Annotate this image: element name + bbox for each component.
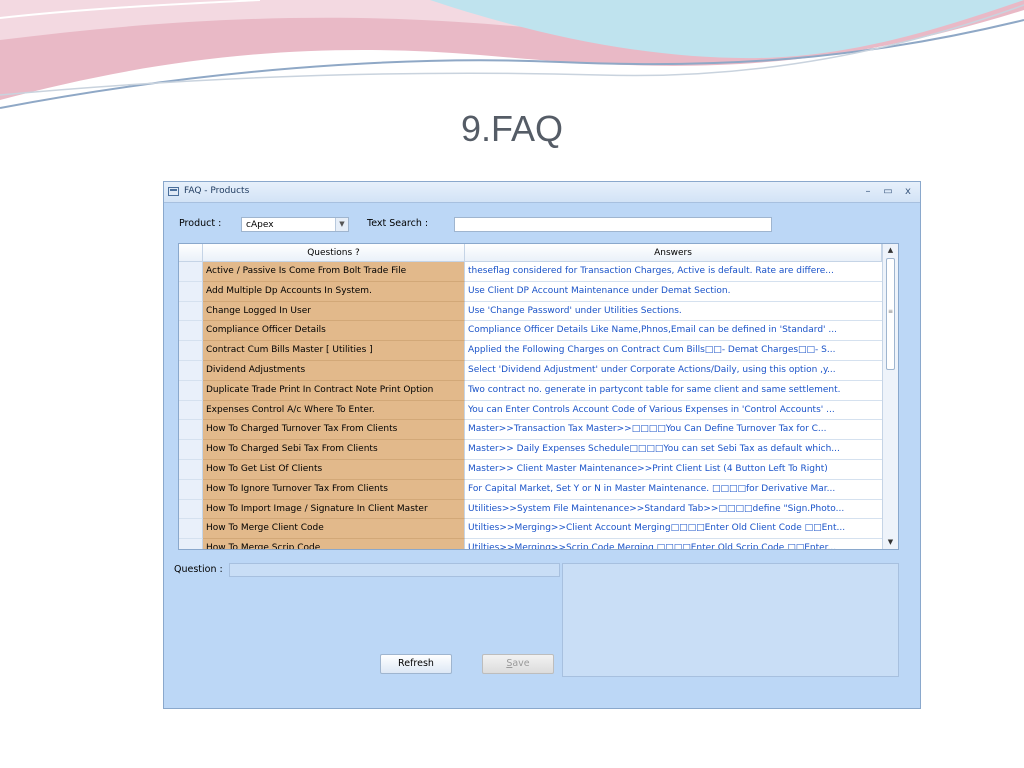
refresh-button[interactable]: Refresh bbox=[380, 654, 452, 674]
save-label-rest: ave bbox=[512, 658, 530, 669]
question-cell[interactable]: Change Logged In User bbox=[203, 301, 465, 322]
faq-products-window: FAQ - Products – ▭ x Product : cApex ▼ T… bbox=[163, 181, 921, 709]
row-selector[interactable] bbox=[179, 460, 203, 480]
slide-title: 9.FAQ bbox=[460, 108, 564, 149]
grip-icon: ≡ bbox=[888, 308, 894, 315]
table-row[interactable]: How To Ignore Turnover Tax From Clients F… bbox=[179, 479, 882, 500]
table-row[interactable]: Change Logged In User Use 'Change Passwor… bbox=[179, 301, 882, 322]
question-cell[interactable]: How To Charged Turnover Tax From Clients bbox=[203, 420, 465, 441]
row-selector[interactable] bbox=[179, 281, 203, 302]
table-row[interactable]: How To Import Image / Signature In Clien… bbox=[179, 499, 882, 520]
product-dropdown-value: cApex bbox=[246, 220, 274, 230]
answer-cell[interactable]: Utilties>>Merging>>Scrip Code Merging □□… bbox=[465, 539, 882, 549]
row-selector[interactable] bbox=[179, 262, 203, 282]
column-header-answers[interactable]: Answers bbox=[465, 244, 882, 262]
table-row[interactable]: How To Merge Client Code Utilties>>Mergin… bbox=[179, 519, 882, 540]
question-cell[interactable]: Expenses Control A/c Where To Enter. bbox=[203, 400, 465, 421]
answer-cell[interactable]: Compliance Officer Details Like Name,Phn… bbox=[465, 321, 882, 342]
text-search-label: Text Search : bbox=[367, 218, 429, 229]
save-button[interactable]: Save bbox=[482, 654, 554, 674]
answer-cell[interactable]: theseflag considered for Transaction Cha… bbox=[465, 262, 882, 282]
window-titlebar[interactable]: FAQ - Products – ▭ x bbox=[164, 182, 920, 203]
answer-cell[interactable]: Master>>Transaction Tax Master>>□□□□You … bbox=[465, 420, 882, 441]
app-window-icon bbox=[168, 187, 179, 196]
maximize-button[interactable]: ▭ bbox=[880, 184, 896, 199]
question-cell[interactable]: Add Multiple Dp Accounts In System. bbox=[203, 281, 465, 302]
row-selector[interactable] bbox=[179, 420, 203, 441]
table-row[interactable]: How To Get List Of Clients Master>> Clien… bbox=[179, 460, 882, 480]
row-selector[interactable] bbox=[179, 519, 203, 540]
row-selector[interactable] bbox=[179, 499, 203, 520]
row-selector[interactable] bbox=[179, 539, 203, 549]
answer-cell[interactable]: Utilties>>Merging>>Client Account Mergin… bbox=[465, 519, 882, 540]
answer-cell[interactable]: For Capital Market, Set Y or N in Master… bbox=[465, 479, 882, 500]
row-selector[interactable] bbox=[179, 301, 203, 322]
table-row[interactable]: Dividend Adjustments Select 'Dividend Adj… bbox=[179, 361, 882, 381]
question-cell[interactable]: How To Charged Sebi Tax From Clients bbox=[203, 440, 465, 460]
answer-cell[interactable]: Applied the Following Charges on Contrac… bbox=[465, 341, 882, 361]
question-cell[interactable]: How To Merge Scrip Code bbox=[203, 539, 465, 549]
row-selector[interactable] bbox=[179, 400, 203, 421]
answer-field[interactable] bbox=[562, 563, 899, 677]
product-dropdown[interactable]: cApex ▼ bbox=[241, 217, 349, 232]
question-cell[interactable]: Contract Cum Bills Master [ Utilities ] bbox=[203, 341, 465, 361]
answer-cell[interactable]: Select 'Dividend Adjustment' under Corpo… bbox=[465, 361, 882, 381]
table-row[interactable]: Compliance Officer Details Compliance Off… bbox=[179, 321, 882, 342]
row-selector[interactable] bbox=[179, 440, 203, 460]
question-cell[interactable]: Dividend Adjustments bbox=[203, 361, 465, 381]
row-selector[interactable] bbox=[179, 479, 203, 500]
row-header-corner bbox=[179, 244, 203, 262]
question-field[interactable] bbox=[229, 563, 560, 577]
question-cell[interactable]: Duplicate Trade Print In Contract Note P… bbox=[203, 380, 465, 401]
scrollbar-thumb[interactable]: ≡ bbox=[886, 258, 895, 370]
text-search-input[interactable] bbox=[454, 217, 772, 232]
column-header-questions[interactable]: Questions ? bbox=[203, 244, 465, 262]
vertical-scrollbar[interactable]: ▲ ≡ ▼ bbox=[882, 244, 898, 549]
scroll-up-arrow-icon[interactable]: ▲ bbox=[883, 244, 898, 256]
table-row[interactable]: Contract Cum Bills Master [ Utilities ] A… bbox=[179, 341, 882, 361]
table-row[interactable]: Add Multiple Dp Accounts In System. Use C… bbox=[179, 281, 882, 302]
row-selector[interactable] bbox=[179, 341, 203, 361]
answer-cell[interactable]: Use 'Change Password' under Utilities Se… bbox=[465, 301, 882, 322]
table-row[interactable]: How To Charged Sebi Tax From Clients Mast… bbox=[179, 440, 882, 460]
window-title: FAQ - Products bbox=[184, 186, 250, 196]
chevron-down-icon[interactable]: ▼ bbox=[335, 218, 348, 231]
question-cell[interactable]: Compliance Officer Details bbox=[203, 321, 465, 342]
question-cell[interactable]: How To Merge Client Code bbox=[203, 519, 465, 540]
table-row[interactable]: Duplicate Trade Print In Contract Note P… bbox=[179, 380, 882, 401]
question-cell[interactable]: How To Import Image / Signature In Clien… bbox=[203, 499, 465, 520]
minimize-button[interactable]: – bbox=[860, 184, 876, 199]
answer-cell[interactable]: Use Client DP Account Maintenance under … bbox=[465, 281, 882, 302]
answer-cell[interactable]: Master>> Daily Expenses Schedule□□□□You … bbox=[465, 440, 882, 460]
answer-cell[interactable]: Two contract no. generate in partycont t… bbox=[465, 380, 882, 401]
row-selector[interactable] bbox=[179, 380, 203, 401]
row-selector[interactable] bbox=[179, 361, 203, 381]
question-cell[interactable]: How To Get List Of Clients bbox=[203, 460, 465, 480]
question-label: Question : bbox=[174, 564, 223, 575]
product-label: Product : bbox=[179, 218, 222, 229]
scroll-down-arrow-icon[interactable]: ▼ bbox=[883, 536, 898, 548]
answer-cell[interactable]: Master>> Client Master Maintenance>>Prin… bbox=[465, 460, 882, 480]
faq-grid: Questions ? Answers Active / Passive Is … bbox=[178, 243, 899, 550]
row-selector[interactable] bbox=[179, 321, 203, 342]
question-cell[interactable]: How To Ignore Turnover Tax From Clients bbox=[203, 479, 465, 500]
table-row[interactable]: Expenses Control A/c Where To Enter. You … bbox=[179, 400, 882, 421]
answer-cell[interactable]: Utilities>>System File Maintenance>>Stan… bbox=[465, 499, 882, 520]
table-row[interactable]: How To Merge Scrip Code Utilties>>Merging… bbox=[179, 539, 882, 549]
answer-cell[interactable]: You can Enter Controls Account Code of V… bbox=[465, 400, 882, 421]
question-cell[interactable]: Active / Passive Is Come From Bolt Trade… bbox=[203, 262, 465, 282]
table-row[interactable]: Active / Passive Is Come From Bolt Trade… bbox=[179, 262, 882, 282]
table-row[interactable]: How To Charged Turnover Tax From Clients… bbox=[179, 420, 882, 441]
close-button[interactable]: x bbox=[900, 184, 916, 199]
